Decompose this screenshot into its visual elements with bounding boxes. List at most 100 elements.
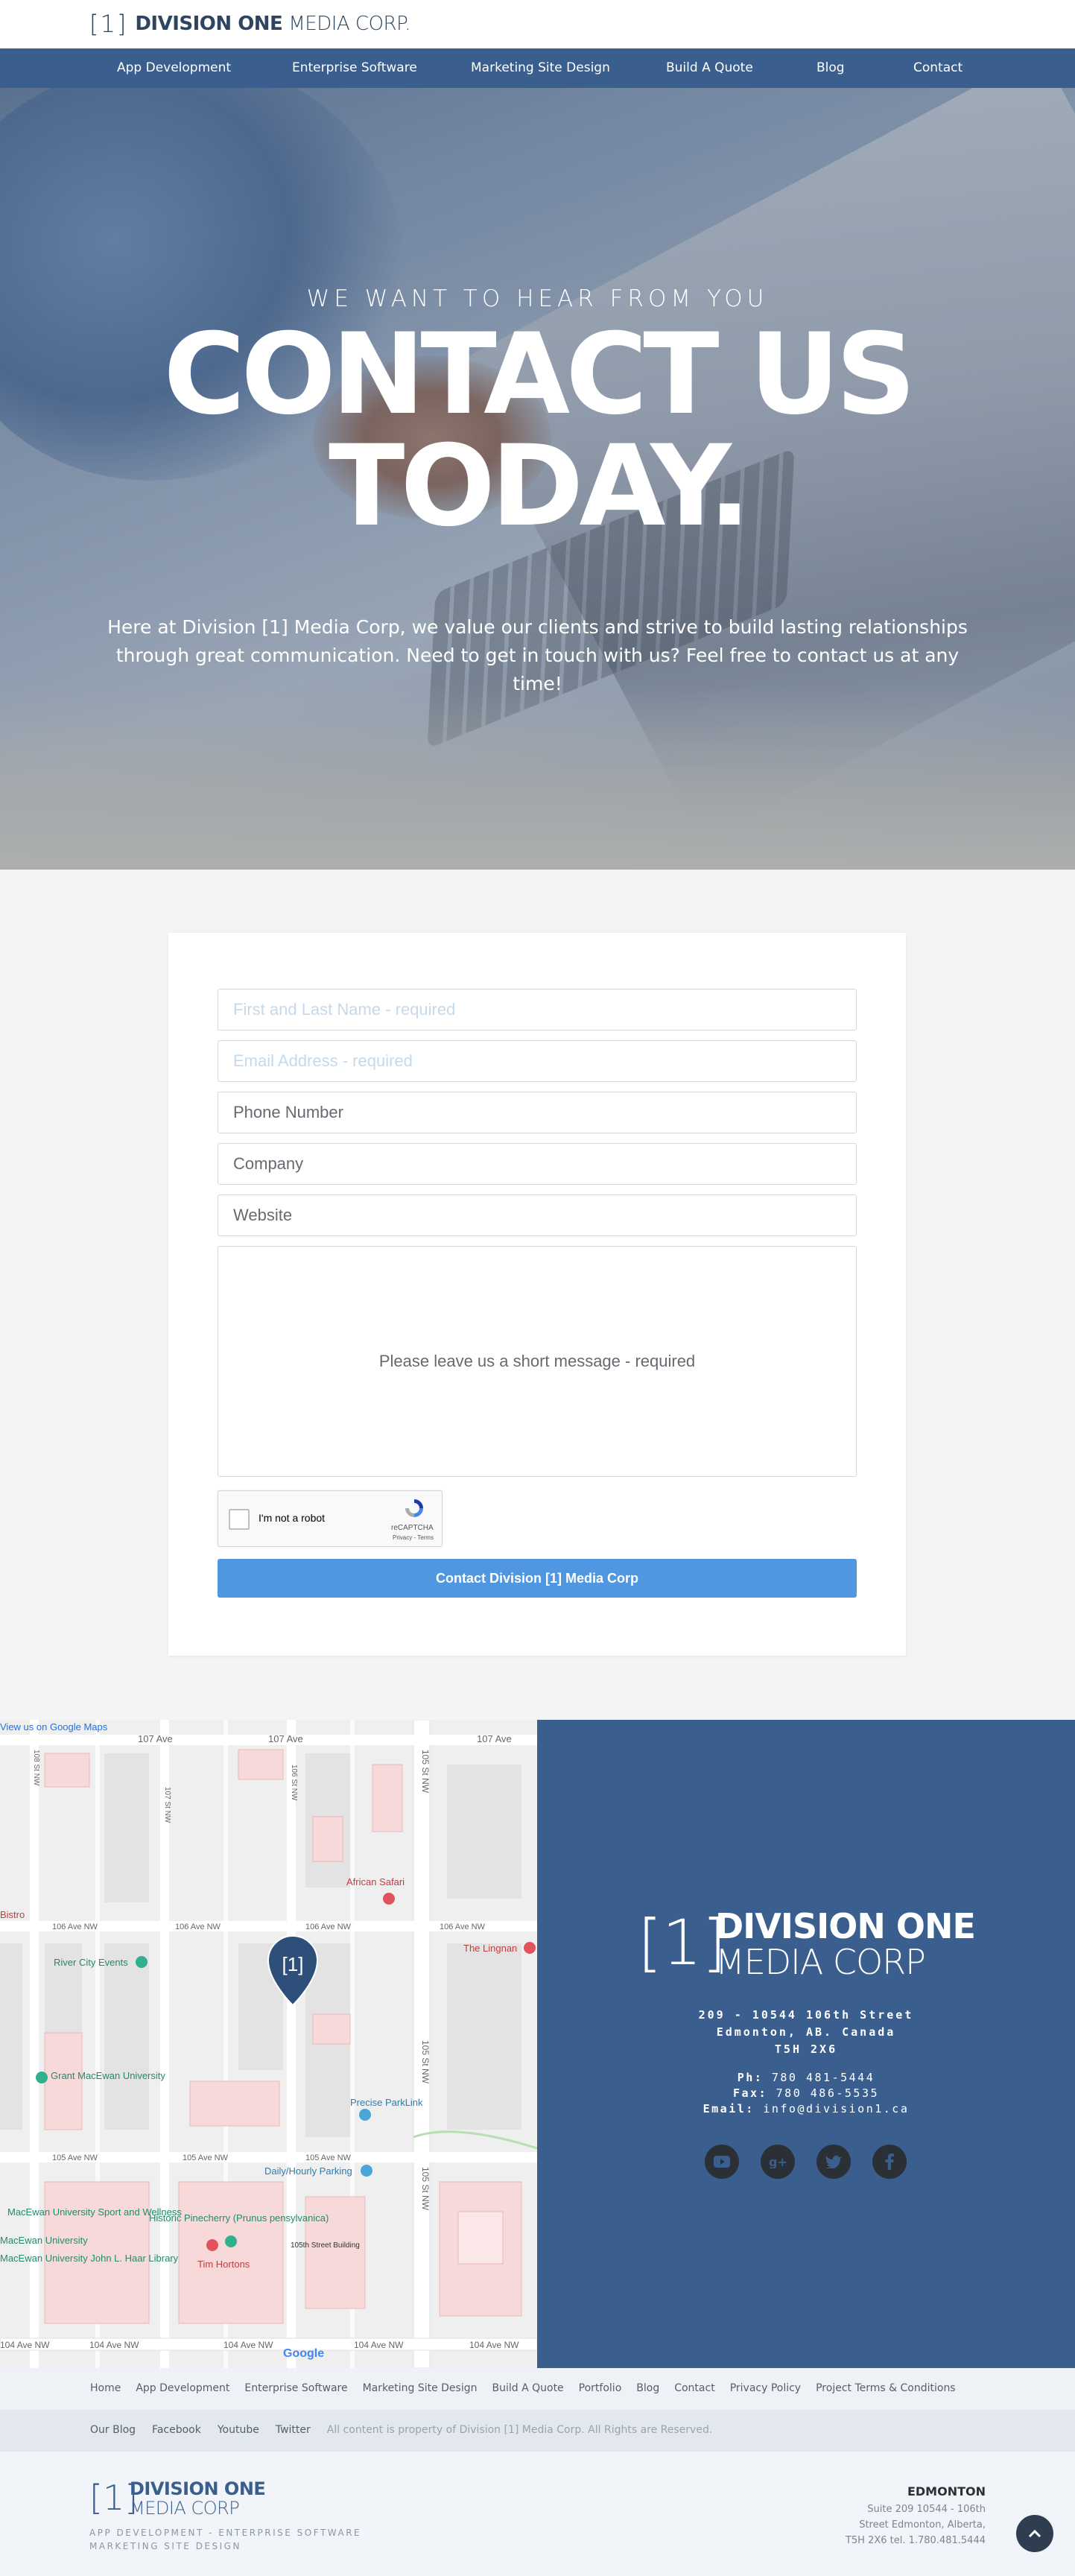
map-google-logo: Google: [283, 2347, 324, 2360]
map-street-107-ave-1: 107 Ave: [138, 1733, 173, 1744]
address-line-3: T5H 2X6: [774, 2042, 838, 2056]
email-label: Email:: [703, 2102, 755, 2115]
map-street-105-st-2: 105 St NW: [420, 2040, 431, 2084]
map-pin-parking-icon: [361, 2165, 372, 2177]
contact-info-panel: [1] DIVISION ONE MEDIA CORP 209 - 10544 …: [537, 1720, 1075, 2368]
name-input[interactable]: [218, 989, 857, 1031]
main-nav: App Development Enterprise Software Mark…: [0, 48, 1075, 88]
hero-description: Here at Division [1] Media Corp, we valu…: [107, 616, 968, 694]
nav-blog[interactable]: Blog: [816, 60, 845, 75]
footer-link-privacy-policy[interactable]: Privacy Policy: [730, 2382, 801, 2394]
recaptcha-checkbox[interactable]: [229, 1509, 250, 1530]
map-place-pinecherry: Historic Pinecherry (Prunus pensylvanica…: [149, 2212, 329, 2224]
social-icons: g+: [705, 2145, 907, 2179]
footer-tagline-line-1: APP DEVELOPMENT - ENTERPRISE SOFTWARE: [89, 2528, 362, 2538]
map-place-river-city: River City Events: [54, 1957, 128, 1968]
footer-office: EDMONTON Suite 209 10544 - 106th Street …: [846, 2484, 986, 2548]
nav-contact[interactable]: Contact: [913, 60, 963, 75]
footer-link-app-development[interactable]: App Development: [136, 2382, 229, 2394]
map-pin-lingnan-icon: [524, 1942, 536, 1954]
fax-label: Fax:: [732, 2086, 768, 2100]
company-input[interactable]: [218, 1143, 857, 1185]
footer-link-youtube[interactable]: Youtube: [218, 2424, 259, 2436]
recaptcha-brand: reCAPTCHA: [391, 1524, 434, 1532]
marker-label: [1]: [282, 1953, 304, 1975]
message-placeholder: Please leave us a short message - requir…: [378, 1352, 696, 1370]
phone-label: Ph:: [737, 2071, 764, 2084]
map-pin-african-safari-icon: [383, 1893, 395, 1905]
map-street-104-ave-5: 104 Ave NW: [469, 2340, 519, 2350]
map-street-105-st-3: 105 St NW: [420, 2167, 431, 2211]
logo-bracket: [1]: [89, 10, 128, 38]
map-street-105-ave-2: 105 Ave NW: [183, 2153, 229, 2162]
map-pin-tim-hortons-icon: [206, 2239, 218, 2251]
footer-link-our-blog[interactable]: Our Blog: [90, 2424, 136, 2436]
footer-link-build-a-quote[interactable]: Build A Quote: [492, 2382, 563, 2394]
map-street-105-ave-3: 105 Ave NW: [305, 2153, 352, 2162]
youtube-icon[interactable]: [705, 2145, 739, 2179]
contact-form: Please leave us a short message - requir…: [168, 933, 906, 1656]
recaptcha-icon: [405, 1499, 423, 1517]
back-to-top-button[interactable]: [1016, 2515, 1053, 2552]
map-place-street-building: 105th Street Building: [291, 2241, 360, 2250]
footer-link-contact[interactable]: Contact: [674, 2382, 714, 2394]
map-street-106-ave-1: 106 Ave NW: [52, 1922, 98, 1931]
footer-link-portfolio[interactable]: Portfolio: [579, 2382, 622, 2394]
footer-link-facebook[interactable]: Facebook: [152, 2424, 201, 2436]
footer-tagline: APP DEVELOPMENT - ENTERPRISE SOFTWARE MA…: [89, 2526, 361, 2553]
twitter-icon[interactable]: [816, 2145, 851, 2179]
location-map[interactable]: 107 Ave 107 Ave 107 Ave 106 Ave NW 106 A…: [0, 1720, 537, 2368]
nav-build-a-quote[interactable]: Build A Quote: [666, 60, 753, 75]
map-street-106-ave-3: 106 Ave NW: [305, 1922, 352, 1931]
facebook-icon[interactable]: [872, 2145, 907, 2179]
phone-number[interactable]: 780 481-5444: [772, 2071, 875, 2084]
footer-link-marketing-site-design[interactable]: Marketing Site Design: [363, 2382, 478, 2394]
footer-nav: Home App Development Enterprise Software…: [0, 2368, 1075, 2410]
footer-logo-light: MEDIA CORP: [130, 2498, 240, 2519]
nav-marketing-site-design[interactable]: Marketing Site Design: [471, 60, 610, 75]
footer-link-blog[interactable]: Blog: [636, 2382, 659, 2394]
website-input[interactable]: [218, 1194, 857, 1236]
footer-office-line-1: Suite 209 10544 - 106th: [867, 2504, 986, 2515]
recaptcha-widget: I'm not a robot reCAPTCHA Privacy - Term…: [218, 1490, 443, 1547]
map-street-106-ave-2: 106 Ave NW: [175, 1922, 221, 1931]
google-plus-icon[interactable]: g+: [761, 2145, 795, 2179]
footer-link-twitter[interactable]: Twitter: [276, 2424, 311, 2436]
hero-kicker: WE WANT TO HEAR FROM YOU: [306, 285, 769, 312]
map-place-lingnan: The Lingnan: [463, 1943, 517, 1954]
map-street-104-ave-4: 104 Ave NW: [354, 2340, 404, 2350]
chevron-up-icon: [1028, 2529, 1041, 2538]
contact-logo-bold: DIVISION ONE: [715, 1906, 976, 1946]
svg-text:g+: g+: [769, 2155, 787, 2168]
map-street-107-st: 107 St NW: [163, 1787, 171, 1823]
email-address[interactable]: info@division1.ca: [763, 2102, 909, 2115]
nav-app-development[interactable]: App Development: [117, 60, 231, 75]
contact-form-section: Please leave us a short message - requir…: [0, 870, 1075, 1720]
hero-banner: WE WANT TO HEAR FROM YOU CONTACT US TODA…: [0, 88, 1075, 870]
footer-logo[interactable]: [1] DIVISION ONE MEDIA CORP: [89, 2478, 358, 2523]
map-place-parklink: Precise ParkLink: [350, 2097, 423, 2108]
phone-input[interactable]: [218, 1092, 857, 1133]
map-street-107-ave-2: 107 Ave: [268, 1733, 303, 1744]
hero-title-line-2: TODAY.: [329, 422, 751, 551]
footer-link-enterprise-software[interactable]: Enterprise Software: [244, 2382, 347, 2394]
brand-bar: [1] DIVISION ONE MEDIA CORP.: [0, 0, 1075, 48]
footer-link-home[interactable]: Home: [90, 2382, 121, 2394]
address-line-1: 209 - 10544 106th Street: [698, 2008, 914, 2022]
site-logo[interactable]: [1] DIVISION ONE MEDIA CORP.: [89, 9, 411, 39]
message-textarea[interactable]: Please leave us a short message - requir…: [218, 1246, 857, 1477]
hero-title: CONTACT US TODAY.: [0, 319, 1075, 542]
footer-link-terms[interactable]: Project Terms & Conditions: [816, 2382, 956, 2394]
recaptcha-terms[interactable]: Privacy - Terms: [393, 1534, 434, 1541]
nav-enterprise-software[interactable]: Enterprise Software: [292, 60, 417, 75]
map-place-parking: Daily/Hourly Parking: [264, 2165, 352, 2177]
footer-office-line-2: Street Edmonton, Alberta,: [859, 2519, 986, 2531]
map-view-on-google-link[interactable]: View us on Google Maps: [0, 1721, 108, 1732]
footer-office-line-3: T5H 2X6 tel. 1.780.481.5444: [845, 2535, 986, 2546]
submit-button[interactable]: Contact Division [1] Media Corp: [218, 1559, 857, 1598]
email-input[interactable]: [218, 1040, 857, 1082]
map-street-105-st-1: 105 St NW: [420, 1750, 431, 1794]
map-pin-river-city-icon: [136, 1956, 148, 1968]
map-street-105-ave-1: 105 Ave NW: [52, 2153, 98, 2162]
footer-bottom: [1] DIVISION ONE MEDIA CORP APP DEVELOPM…: [0, 2452, 1075, 2576]
